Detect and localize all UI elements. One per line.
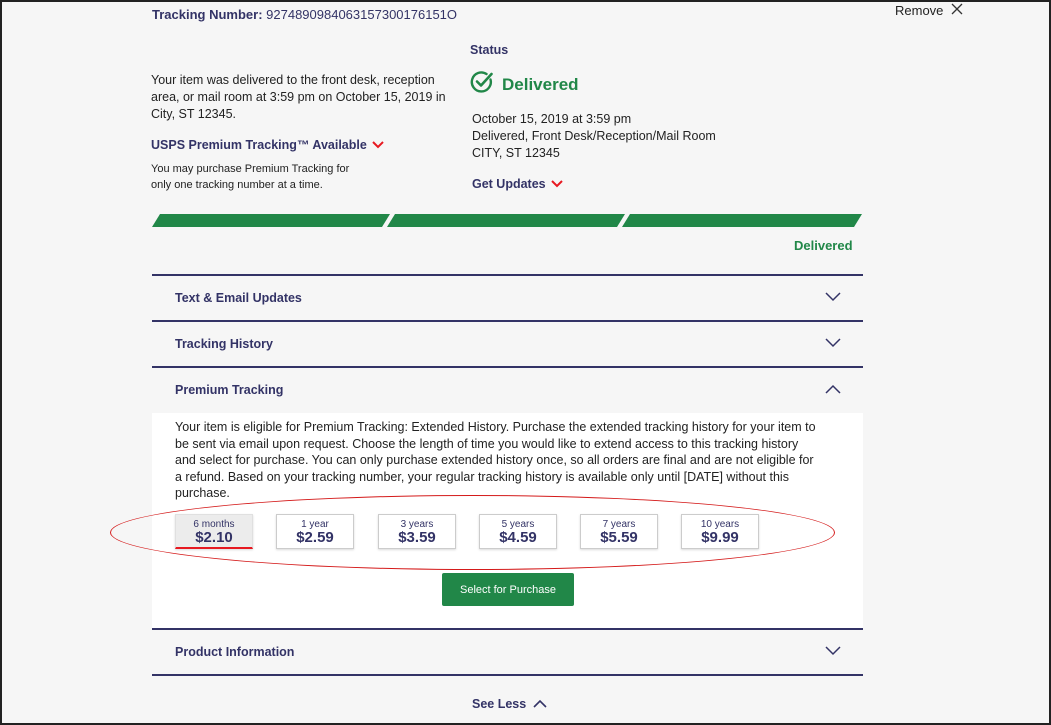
tracking-number-value: 9274890984063157300176151O	[266, 7, 458, 22]
progress-bar	[152, 214, 862, 227]
accordion-title: Premium Tracking	[175, 383, 284, 397]
status-date: October 15, 2019 at 3:59 pm	[472, 112, 632, 126]
status-heading: Delivered	[470, 70, 579, 99]
premium-tracking-available-toggle[interactable]: USPS Premium Tracking™ Available	[151, 138, 384, 152]
accordion-premium-tracking[interactable]: Premium Tracking	[152, 368, 863, 412]
status-detail: October 15, 2019 at 3:59 pm Delivered, F…	[472, 111, 716, 162]
select-for-purchase-button[interactable]: Select for Purchase	[442, 573, 574, 606]
chevron-down-icon	[825, 643, 841, 661]
premium-option-5-years[interactable]: 5 years $4.59	[479, 514, 557, 549]
premium-available-label: USPS Premium Tracking™ Available	[151, 138, 367, 152]
option-price: $2.59	[296, 529, 334, 546]
status-city: CITY, ST 12345	[472, 146, 560, 160]
accordion-tracking-history[interactable]: Tracking History	[152, 322, 863, 366]
option-price: $3.59	[398, 529, 436, 546]
status-value: Delivered	[502, 74, 579, 94]
premium-option-1-year[interactable]: 1 year $2.59	[276, 514, 354, 549]
chevron-down-icon	[550, 177, 563, 191]
progress-segment-1	[152, 214, 390, 227]
status-label: Status	[470, 43, 509, 57]
see-less-label: See Less	[472, 697, 527, 711]
accordion-text-email-updates[interactable]: Text & Email Updates	[152, 276, 863, 320]
accordion-title: Product Information	[175, 645, 295, 659]
chevron-down-icon	[372, 138, 384, 152]
premium-description: Your item is eligible for Premium Tracki…	[175, 420, 816, 500]
chevron-up-icon	[533, 697, 547, 711]
chevron-up-icon	[825, 381, 841, 399]
get-updates-toggle[interactable]: Get Updates	[472, 177, 563, 191]
premium-option-3-years[interactable]: 3 years $3.59	[378, 514, 456, 549]
tracking-number-line: Tracking Number: 92748909840631573001761…	[152, 7, 457, 22]
check-circle-icon	[470, 70, 494, 99]
remove-button[interactable]: Remove	[895, 3, 963, 18]
chevron-down-icon	[825, 289, 841, 307]
accordion-product-information[interactable]: Product Information	[152, 630, 863, 674]
divider	[152, 674, 863, 676]
progress-segment-2	[387, 214, 625, 227]
delivery-summary: Your item was delivered to the front des…	[151, 73, 446, 121]
premium-option-10-years[interactable]: 10 years $9.99	[681, 514, 759, 549]
premium-option-7-years[interactable]: 7 years $5.59	[580, 514, 658, 549]
close-icon	[951, 3, 963, 18]
premium-option-6-months[interactable]: 6 months $2.10	[175, 514, 253, 549]
progress-segment-3	[622, 214, 862, 227]
option-price: $4.59	[499, 529, 537, 546]
accordion-title: Text & Email Updates	[175, 291, 302, 305]
see-less-button[interactable]: See Less	[472, 697, 547, 711]
chevron-down-icon	[825, 335, 841, 353]
premium-note: You may purchase Premium Tracking for on…	[151, 163, 350, 191]
get-updates-label: Get Updates	[472, 177, 546, 191]
option-price: $9.99	[701, 529, 739, 546]
remove-label: Remove	[895, 3, 944, 18]
progress-label: Delivered	[794, 238, 853, 253]
option-price: $5.59	[600, 529, 638, 546]
accordion-title: Tracking History	[175, 337, 273, 351]
tracking-number-label: Tracking Number:	[152, 7, 263, 22]
option-price: $2.10	[195, 529, 233, 546]
status-location: Delivered, Front Desk/Reception/Mail Roo…	[472, 129, 716, 143]
